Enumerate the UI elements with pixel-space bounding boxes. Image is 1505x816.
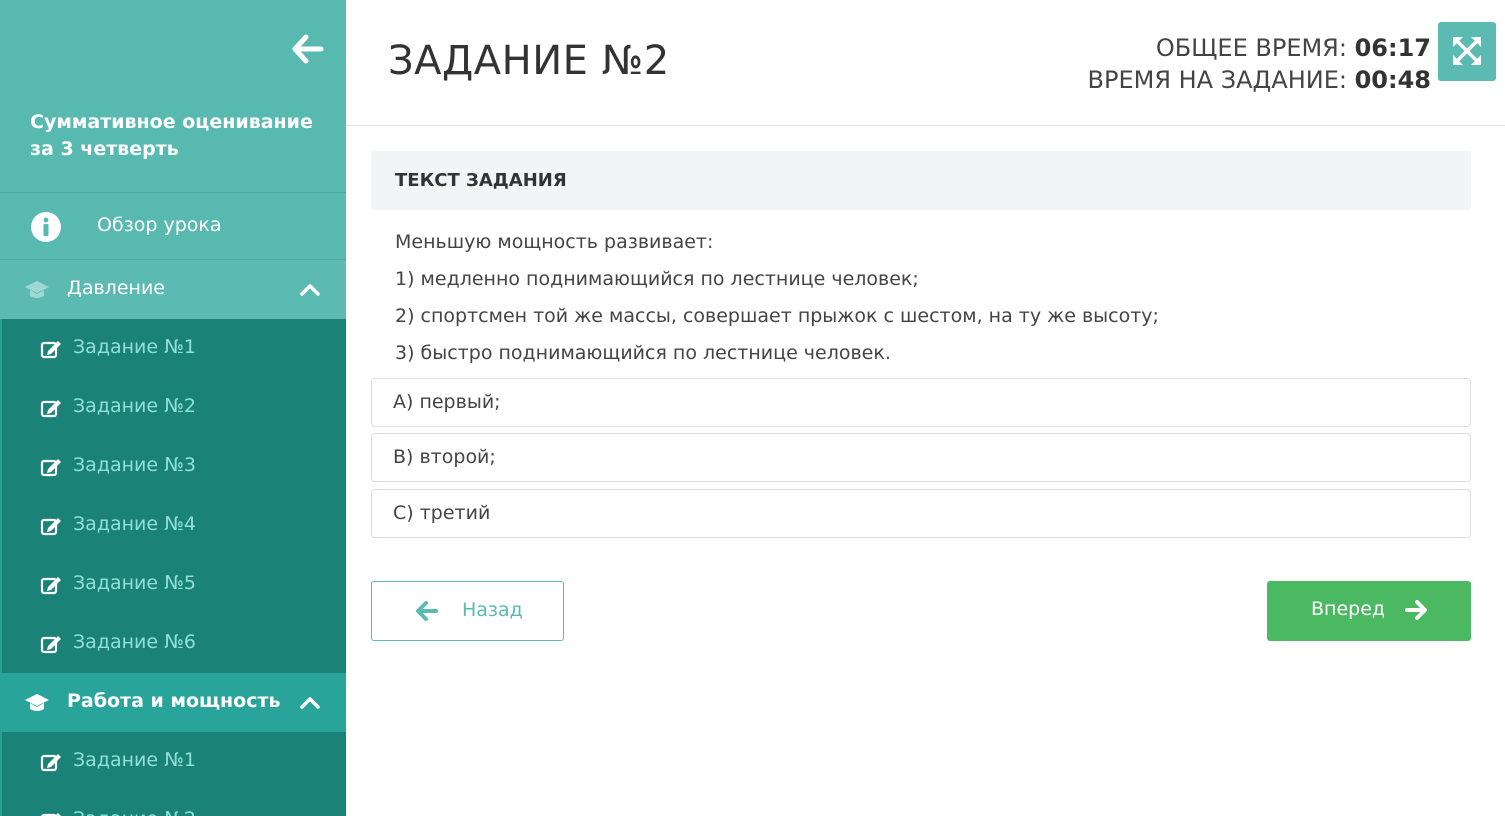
- arrow-left-icon[interactable]: [292, 34, 324, 64]
- info-icon: [31, 212, 61, 242]
- sidebar-section-label: Давление: [67, 277, 165, 299]
- task-header: ЗАДАНИЕ №2 ОБЩЕЕ ВРЕМЯ: 06:17 ВРЕМЯ НА З…: [346, 0, 1505, 126]
- sidebar-item-label: Задание №2: [73, 395, 196, 417]
- sidebar-section-work-power[interactable]: Работа и мощность: [0, 673, 346, 732]
- back-button[interactable]: Назад: [371, 581, 564, 641]
- sidebar-section-pressure[interactable]: Давление: [0, 260, 346, 319]
- sidebar-item-task[interactable]: Задание №3: [0, 437, 346, 496]
- graduation-cap-icon: [25, 281, 49, 298]
- expand-icon: [1453, 37, 1481, 65]
- sidebar-item-label: Задание №2: [73, 808, 196, 816]
- question-text: 3) быстро поднимающийся по лестнице чело…: [395, 342, 891, 364]
- fullscreen-button[interactable]: [1438, 22, 1496, 81]
- edit-icon: [40, 577, 61, 595]
- chevron-up-icon[interactable]: [300, 282, 320, 296]
- next-label: Вперед: [1311, 598, 1386, 620]
- answer-label: В) второй;: [393, 446, 496, 468]
- timers: ОБЩЕЕ ВРЕМЯ: 06:17 ВРЕМЯ НА ЗАДАНИЕ: 00:…: [1088, 32, 1431, 96]
- sidebar-item-task[interactable]: Задание №1: [0, 732, 346, 791]
- sidebar-item-overview[interactable]: Обзор урока: [0, 193, 346, 260]
- total-time-value: 06:17: [1354, 34, 1431, 62]
- sidebar-item-label: Задание №1: [73, 749, 196, 771]
- arrow-left-icon: [416, 601, 438, 621]
- task-text-heading: ТЕКСТ ЗАДАНИЯ: [371, 151, 1471, 210]
- edit-icon: [40, 518, 61, 536]
- edit-icon: [40, 636, 61, 654]
- chevron-up-icon[interactable]: [300, 695, 320, 709]
- sidebar-item-label: Задание №6: [73, 631, 196, 653]
- sidebar-item-label: Задание №1: [73, 336, 196, 358]
- edit-icon: [41, 813, 61, 816]
- graduation-cap-icon: [25, 694, 49, 711]
- sidebar-item-task[interactable]: Задание №5: [0, 555, 346, 614]
- question-text: 1) медленно поднимающийся по лестнице че…: [395, 268, 919, 290]
- task-time: ВРЕМЯ НА ЗАДАНИЕ: 00:48: [1088, 64, 1431, 96]
- question-text: 2) спортсмен той же массы, совершает пры…: [395, 305, 1159, 327]
- answer-label: С) третий: [393, 502, 491, 524]
- back-label: Назад: [462, 599, 523, 621]
- sidebar-item-task[interactable]: Задание №1: [0, 319, 346, 378]
- sidebar-item-label: Задание №3: [73, 454, 196, 476]
- next-button[interactable]: Вперед: [1267, 581, 1471, 641]
- answer-option[interactable]: А) первый;: [371, 378, 1471, 427]
- edit-icon: [40, 341, 61, 359]
- task-time-value: 00:48: [1354, 66, 1431, 94]
- sidebar-item-label: Обзор урока: [97, 214, 222, 236]
- total-time-label: ОБЩЕЕ ВРЕМЯ:: [1155, 34, 1347, 62]
- answer-label: А) первый;: [393, 391, 501, 413]
- page-title: ЗАДАНИЕ №2: [388, 38, 670, 84]
- course-title: Суммативное оценивание за 3 четверть: [30, 111, 313, 160]
- section-heading: ТЕКСТ ЗАДАНИЯ: [395, 170, 567, 191]
- task-time-label: ВРЕМЯ НА ЗАДАНИЕ:: [1087, 66, 1347, 94]
- arrow-right-icon: [1405, 600, 1427, 620]
- question-text: Меньшую мощность развивает:: [395, 231, 714, 253]
- edit-icon: [40, 400, 61, 418]
- sidebar-item-task[interactable]: Задание №6: [0, 614, 346, 673]
- sidebar-item-task[interactable]: Задание №2: [0, 378, 346, 437]
- sidebar-item-task[interactable]: Задание №4: [0, 496, 346, 555]
- answer-option[interactable]: В) второй;: [371, 433, 1471, 482]
- sidebar-item-task[interactable]: Задание №2: [0, 791, 346, 816]
- sidebar-item-label: Задание №4: [73, 513, 196, 535]
- total-time: ОБЩЕЕ ВРЕМЯ: 06:17: [1088, 32, 1431, 64]
- edit-icon: [40, 459, 61, 477]
- sidebar-section-label: Работа и мощность: [67, 690, 281, 712]
- sidebar-item-label: Задание №5: [73, 572, 196, 594]
- sidebar-header: Суммативное оценивание за 3 четверть: [0, 0, 346, 193]
- answer-option[interactable]: С) третий: [371, 489, 1471, 538]
- sidebar: Суммативное оценивание за 3 четверть Обз…: [0, 0, 346, 816]
- edit-icon: [40, 754, 61, 772]
